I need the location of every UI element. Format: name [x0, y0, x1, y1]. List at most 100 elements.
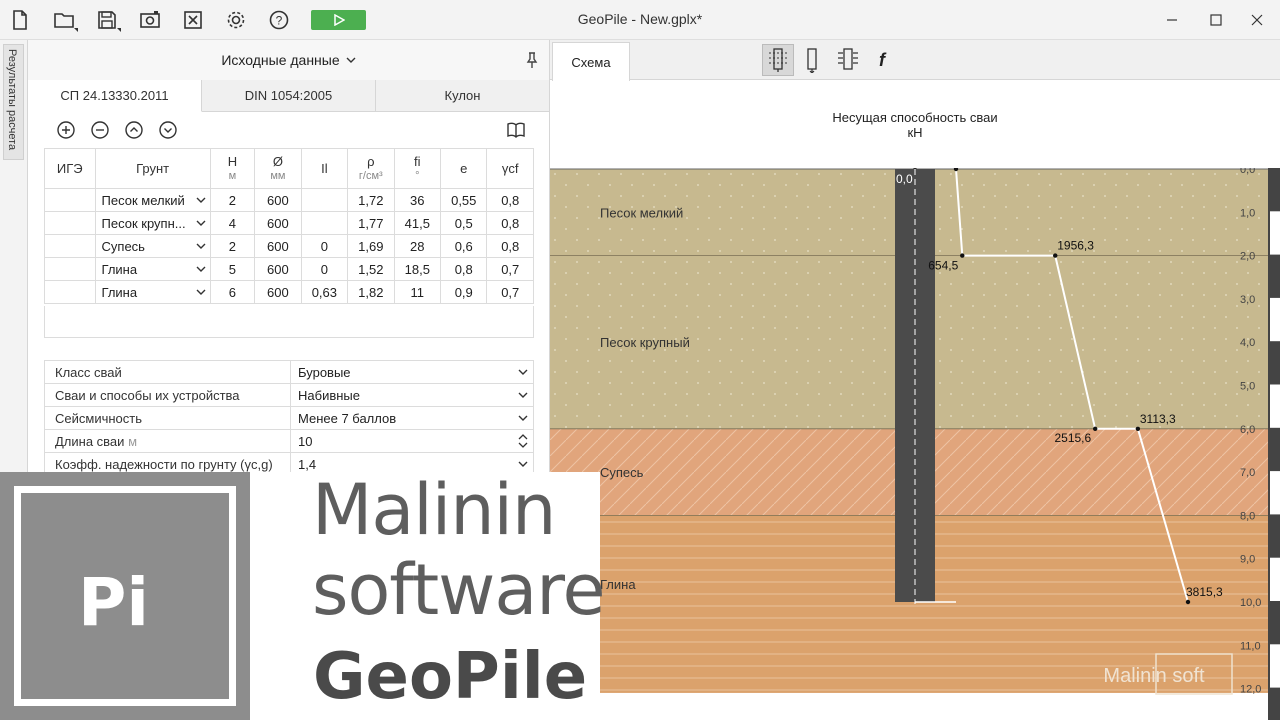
table-row: Глина 6 600 0,63 1,82 11 0,9 0,7 — [44, 280, 534, 304]
remove-row-button[interactable] — [89, 119, 111, 141]
cell-ige[interactable] — [44, 257, 96, 281]
depth-tick-label: 12,0 — [1240, 684, 1261, 696]
cell-il[interactable] — [300, 211, 349, 235]
soil-type-select[interactable]: Глина — [94, 257, 211, 281]
view-pile-layers-button[interactable] — [762, 44, 794, 76]
cell-h[interactable]: 2 — [209, 188, 256, 212]
norm-tabs: СП 24.13330.2011 DIN 1054:2005 Кулон — [28, 80, 549, 112]
cell-e[interactable]: 0,5 — [440, 211, 488, 235]
cell-d[interactable]: 600 — [254, 257, 302, 281]
depth-tick-label: 5,0 — [1240, 381, 1255, 393]
property-select[interactable]: Менее 7 баллов — [290, 406, 534, 430]
pin-icon[interactable] — [523, 51, 541, 69]
view-pile-button[interactable] — [796, 44, 828, 76]
column-header: γcf — [486, 148, 534, 189]
property-row: Сейсмичность Менее 7 баллов — [44, 406, 534, 430]
depth-tick-label: 9,0 — [1240, 554, 1255, 566]
cell-ige[interactable] — [44, 234, 96, 258]
table-row: Песок мелкий 2 600 1,72 36 0,55 0,8 — [44, 188, 534, 212]
cell-e[interactable]: 0,6 — [440, 234, 488, 258]
cell-rho[interactable]: 1,69 — [347, 234, 395, 258]
chevron-down-icon — [196, 266, 206, 272]
cell-rho[interactable]: 1,82 — [347, 280, 395, 304]
cell-h[interactable]: 6 — [209, 280, 256, 304]
column-header-unit: мм — [270, 169, 286, 182]
cell-gcf[interactable]: 0,8 — [486, 211, 534, 235]
function-button[interactable]: f — [866, 44, 898, 76]
cell-e[interactable]: 0,55 — [440, 188, 488, 212]
cell-ige[interactable] — [44, 280, 96, 304]
settings-button[interactable] — [222, 6, 250, 34]
cell-rho[interactable]: 1,52 — [347, 257, 395, 281]
tab-sp[interactable]: СП 24.13330.2011 — [28, 80, 202, 112]
property-label-text: Длина сваи — [55, 433, 125, 449]
run-calculation-button[interactable] — [311, 10, 366, 30]
cell-e[interactable]: 0,9 — [440, 280, 488, 304]
panel-header[interactable]: Исходные данные — [28, 40, 549, 80]
soil-type-select[interactable]: Супесь — [94, 234, 211, 258]
cell-d[interactable]: 600 — [254, 188, 302, 212]
chevron-down-icon — [196, 197, 206, 203]
screenshot-button[interactable] — [136, 6, 164, 34]
cell-il[interactable] — [300, 188, 349, 212]
soil-library-button[interactable] — [505, 119, 527, 141]
results-side-tab[interactable]: Результаты расчета — [3, 44, 24, 160]
cell-d[interactable]: 600 — [254, 280, 302, 304]
cell-gcf[interactable]: 0,8 — [486, 234, 534, 258]
property-label-text: Коэфф. надежности по грунту (γc,g) — [55, 456, 273, 472]
close-button[interactable] — [1245, 8, 1269, 32]
chevron-down-icon — [196, 289, 206, 295]
cell-rho[interactable]: 1,77 — [347, 211, 395, 235]
cell-h[interactable]: 2 — [209, 234, 256, 258]
tab-din[interactable]: DIN 1054:2005 — [202, 80, 376, 111]
cell-fi[interactable]: 28 — [393, 234, 442, 258]
soil-type-select[interactable]: Глина — [94, 280, 211, 304]
cell-il[interactable]: 0 — [300, 257, 349, 281]
property-select[interactable]: Набивные — [290, 383, 534, 407]
curve-point-label: 3113,3 — [1140, 412, 1176, 426]
cell-rho[interactable]: 1,72 — [347, 188, 395, 212]
minimize-button[interactable] — [1160, 8, 1184, 32]
column-header-label: ИГЭ — [56, 160, 83, 176]
cell-gcf[interactable]: 0,7 — [486, 257, 534, 281]
cell-fi[interactable]: 18,5 — [393, 257, 442, 281]
pile-top-label: 0,0 — [896, 172, 913, 186]
property-unit: м — [128, 433, 137, 449]
soil-type-select[interactable]: Песок крупн... — [94, 211, 211, 235]
view-pile-friction-button[interactable] — [832, 44, 864, 76]
table-empty-area — [44, 306, 534, 338]
move-row-down-button[interactable] — [157, 119, 179, 141]
cell-fi[interactable]: 41,5 — [393, 211, 442, 235]
property-spinner[interactable]: 10 — [290, 429, 534, 453]
add-row-button[interactable] — [55, 119, 77, 141]
move-row-up-button[interactable] — [123, 119, 145, 141]
cell-fi[interactable]: 36 — [393, 188, 442, 212]
cell-ige[interactable] — [44, 188, 96, 212]
pile-icon — [807, 48, 817, 73]
cell-d[interactable]: 600 — [254, 211, 302, 235]
save-button[interactable] — [93, 6, 121, 34]
tab-schema[interactable]: Схема — [552, 42, 630, 81]
property-row: Класс свай Буровые — [44, 360, 534, 384]
cell-gcf[interactable]: 0,7 — [486, 280, 534, 304]
maximize-button[interactable] — [1204, 8, 1228, 32]
cell-ige[interactable] — [44, 211, 96, 235]
pile-properties-table: Класс свай Буровые Сваи и способы их устро… — [44, 360, 534, 476]
cell-il[interactable]: 0,63 — [300, 280, 349, 304]
cell-d[interactable]: 600 — [254, 234, 302, 258]
cell-gcf[interactable]: 0,8 — [486, 188, 534, 212]
excel-export-button[interactable] — [179, 6, 207, 34]
cell-h[interactable]: 5 — [209, 257, 256, 281]
property-select[interactable]: Буровые — [290, 360, 534, 384]
cell-il[interactable]: 0 — [300, 234, 349, 258]
tab-coulomb[interactable]: Кулон — [376, 80, 549, 111]
cell-e[interactable]: 0,8 — [440, 257, 488, 281]
new-file-button[interactable] — [6, 6, 34, 34]
help-button[interactable]: ? — [265, 6, 293, 34]
property-value: Менее 7 баллов — [298, 410, 397, 426]
cell-fi[interactable]: 11 — [393, 280, 442, 304]
soil-type-select[interactable]: Песок мелкий — [94, 188, 211, 212]
cell-h[interactable]: 4 — [209, 211, 256, 235]
open-button[interactable] — [50, 6, 78, 34]
book-icon — [507, 122, 525, 138]
